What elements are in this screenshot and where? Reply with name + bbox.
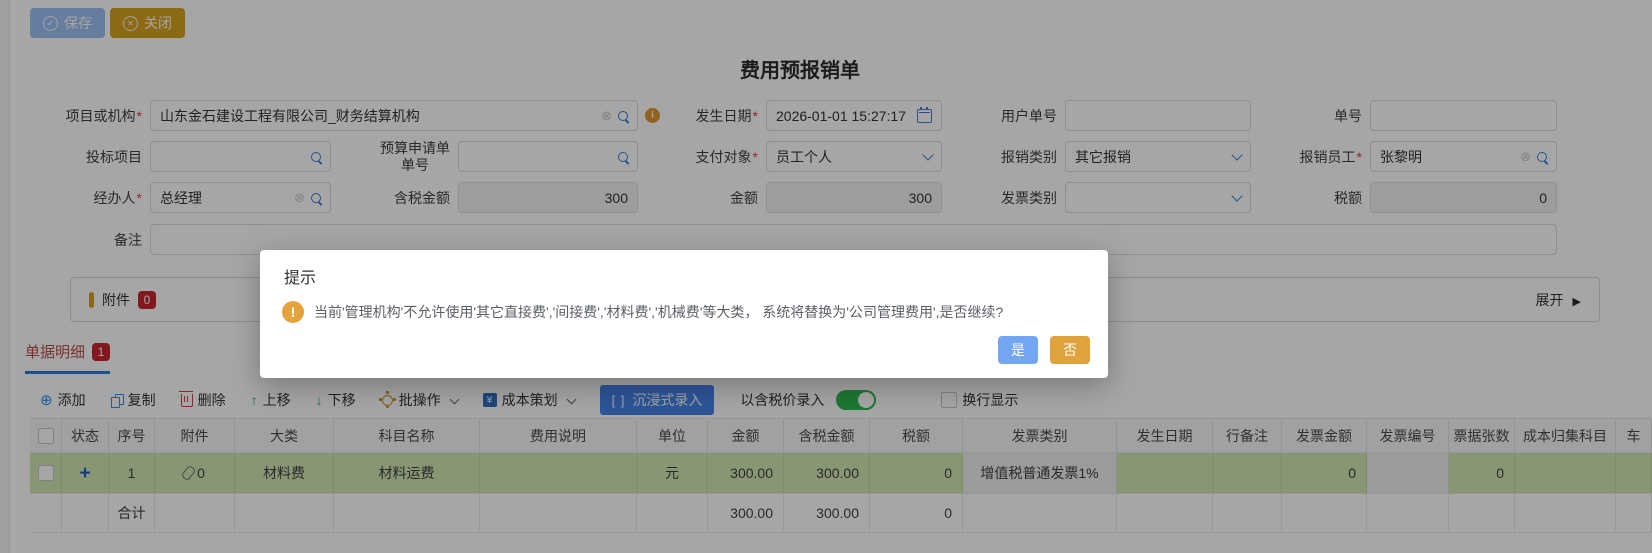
warning-icon [282, 301, 304, 323]
dialog-title: 提示 [284, 270, 317, 287]
no-button[interactable]: 否 [1050, 336, 1090, 364]
prompt-dialog: 提示 当前'管理机构'不允许使用'其它直接费','间接费','材料费','机械费… [260, 250, 1108, 378]
yes-button[interactable]: 是 [998, 336, 1038, 364]
dialog-message: 当前'管理机构'不允许使用'其它直接费','间接费','材料费','机械费'等大… [314, 304, 1004, 320]
